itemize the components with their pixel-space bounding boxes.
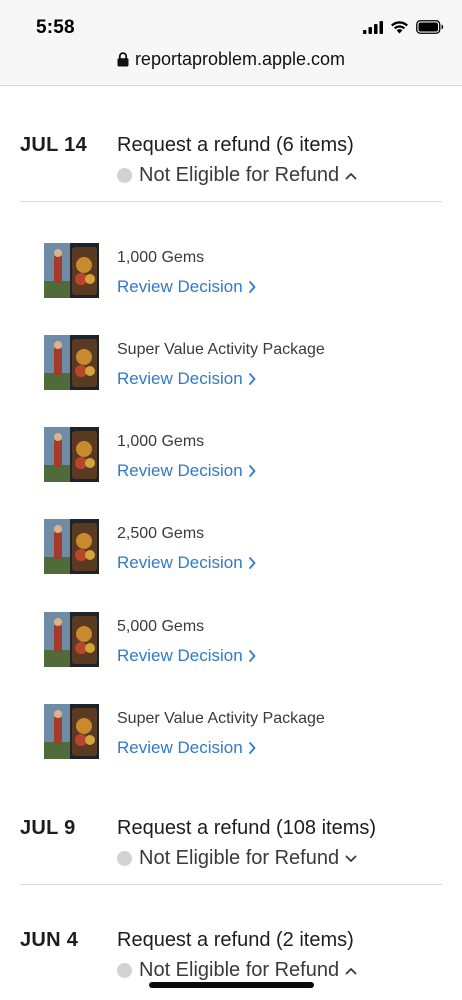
app-thumbnail — [44, 612, 99, 667]
purchase-item: Super Value Activity Package Review Deci… — [0, 335, 462, 391]
chevron-right-icon — [248, 650, 256, 662]
wifi-icon — [391, 21, 408, 34]
review-decision-link[interactable]: Review Decision — [117, 738, 256, 758]
item-name: 5,000 Gems — [117, 618, 205, 635]
review-decision-label: Review Decision — [117, 277, 243, 296]
review-decision-label: Review Decision — [117, 369, 243, 388]
app-thumbnail — [44, 427, 99, 482]
request-status-toggle[interactable]: Not Eligible for Refund — [117, 959, 357, 982]
review-decision-link[interactable]: Review Decision — [117, 461, 256, 481]
app-thumbnail — [44, 335, 99, 390]
lock-icon — [117, 52, 129, 67]
request-status: Not Eligible for Refund — [139, 847, 340, 869]
divider — [20, 201, 442, 202]
request-date: JUN 4 — [20, 929, 79, 951]
browser-header: 5:58 reportaproblem.apple.com — [0, 0, 462, 86]
request-title: Request a refund (108 items) — [117, 817, 377, 839]
purchase-item: Super Value Activity Package Review Deci… — [0, 704, 462, 760]
review-decision-link[interactable]: Review Decision — [117, 277, 256, 297]
divider — [20, 884, 442, 885]
cellular-signal-icon — [363, 20, 383, 34]
purchase-item: 5,000 Gems Review Decision — [0, 612, 462, 668]
purchase-item: 2,500 Gems Review Decision — [0, 519, 462, 575]
review-decision-label: Review Decision — [117, 461, 243, 480]
review-decision-label: Review Decision — [117, 738, 243, 757]
chevron-right-icon — [248, 557, 256, 569]
item-name: Super Value Activity Package — [117, 710, 325, 727]
review-decision-link[interactable]: Review Decision — [117, 646, 256, 666]
url-text: reportaproblem.apple.com — [134, 49, 346, 69]
status-time: 5:58 — [36, 17, 75, 38]
status-dot-icon — [117, 963, 132, 978]
app-thumbnail — [44, 704, 99, 759]
item-name: 2,500 Gems — [117, 525, 205, 542]
chevron-up-icon — [345, 172, 357, 179]
review-decision-label: Review Decision — [117, 553, 243, 572]
request-status-toggle[interactable]: Not Eligible for Refund — [117, 164, 357, 187]
address-bar[interactable]: reportaproblem.apple.com — [0, 49, 462, 70]
home-indicator[interactable] — [149, 982, 314, 988]
chevron-right-icon — [248, 281, 256, 293]
review-decision-label: Review Decision — [117, 646, 243, 665]
request-status-toggle[interactable]: Not Eligible for Refund — [117, 847, 357, 870]
chevron-down-icon — [345, 855, 357, 862]
request-title: Request a refund (6 items) — [117, 134, 354, 156]
chevron-up-icon — [345, 967, 357, 974]
chevron-right-icon — [248, 742, 256, 754]
purchase-item: 1,000 Gems Review Decision — [0, 427, 462, 483]
review-decision-link[interactable]: Review Decision — [117, 369, 256, 389]
app-thumbnail — [44, 519, 99, 574]
request-date: JUL 14 — [20, 134, 88, 156]
item-name: Super Value Activity Package — [117, 341, 325, 358]
battery-icon — [416, 20, 444, 34]
request-status: Not Eligible for Refund — [139, 164, 340, 186]
chevron-right-icon — [248, 465, 256, 477]
request-status: Not Eligible for Refund — [139, 959, 340, 981]
item-name: 1,000 Gems — [117, 433, 205, 450]
request-date: JUL 9 — [20, 817, 76, 839]
purchase-item: 1,000 Gems Review Decision — [0, 243, 462, 299]
chevron-right-icon — [248, 373, 256, 385]
review-decision-link[interactable]: Review Decision — [117, 553, 256, 573]
item-name: 1,000 Gems — [117, 249, 205, 266]
status-dot-icon — [117, 168, 132, 183]
app-thumbnail — [44, 243, 99, 298]
request-title: Request a refund (2 items) — [117, 929, 354, 951]
status-icons — [363, 19, 444, 35]
status-dot-icon — [117, 851, 132, 866]
